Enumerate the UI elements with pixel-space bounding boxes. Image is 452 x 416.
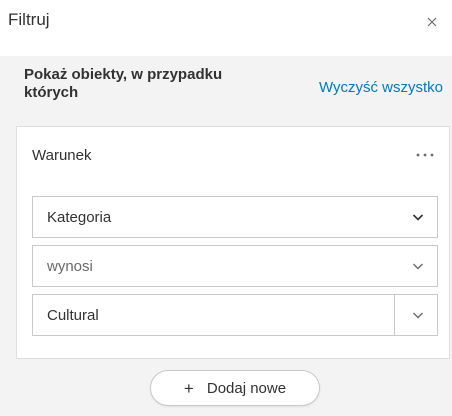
condition-title: Warunek (32, 147, 92, 164)
chevron-down-icon (412, 214, 424, 221)
add-new-label: Dodaj nowe (206, 379, 287, 397)
show-features-heading: Pokaż obiekty, w przypadku których (24, 66, 223, 101)
operator-select[interactable]: wynosi (32, 245, 438, 287)
field-select[interactable]: Kategoria (32, 196, 438, 238)
clear-all-link[interactable]: Wyczyść wszystko (319, 79, 443, 96)
plus-icon: + (183, 378, 194, 398)
chevron-down-icon[interactable] (411, 308, 425, 322)
operator-select-value: wynosi (47, 258, 93, 275)
combobox-divider (394, 295, 395, 335)
panel-header: Filtruj (0, 0, 452, 42)
condition-more-button[interactable] (413, 145, 437, 165)
value-combobox-value: Cultural (47, 307, 99, 324)
panel-title: Filtruj (8, 10, 50, 29)
add-new-button[interactable]: + Dodaj nowe (150, 370, 320, 406)
chevron-down-icon (413, 263, 423, 270)
close-button[interactable] (422, 12, 442, 32)
more-horizontal-icon (416, 153, 434, 157)
value-combobox[interactable]: Cultural (32, 294, 438, 336)
close-icon (427, 17, 437, 27)
field-select-value: Kategoria (47, 209, 112, 226)
